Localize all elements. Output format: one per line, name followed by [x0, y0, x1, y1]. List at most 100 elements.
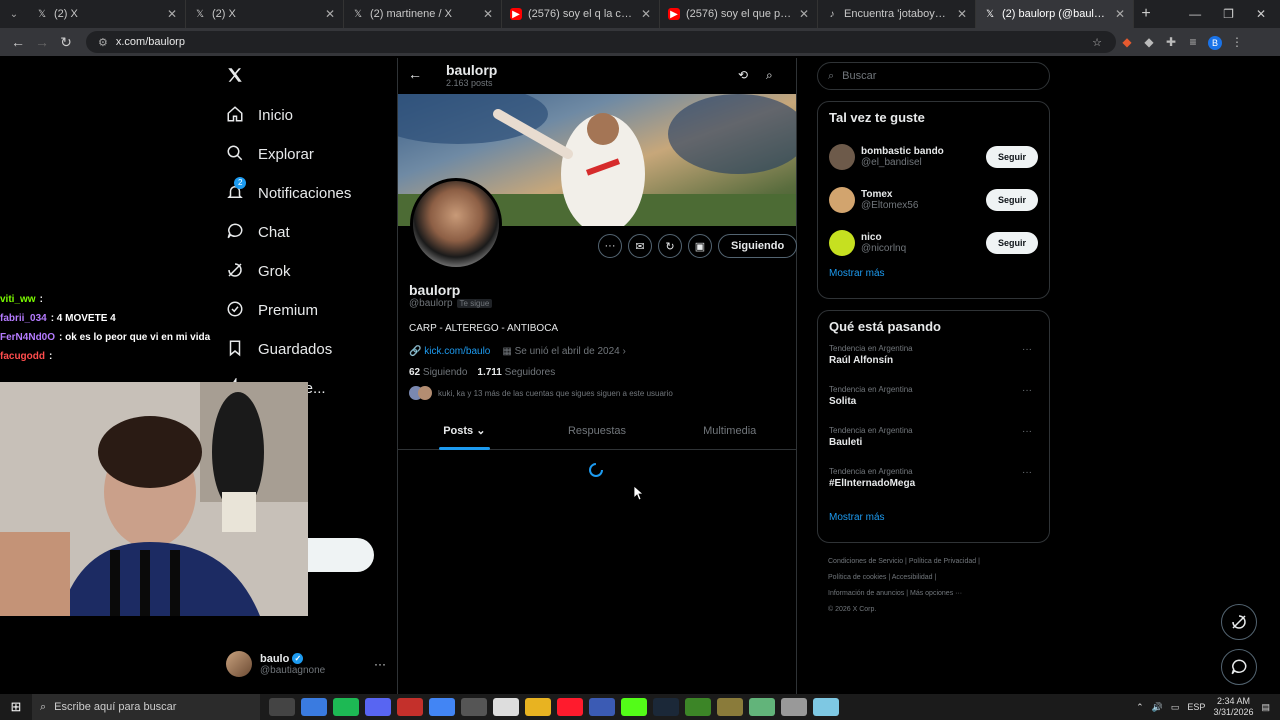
close-tab-icon[interactable]: ✕ — [641, 7, 651, 21]
trend-item[interactable]: Tendencia en Argentina Solita ··· — [829, 385, 1038, 426]
profile-link[interactable]: kick.com/baulo — [424, 346, 490, 357]
browser-tab[interactable]: ▶ (2576) soy el que presiona y m ✕ — [660, 0, 818, 28]
trend-item[interactable]: Tendencia en Argentina Bauleti ··· — [829, 426, 1038, 467]
address-bar[interactable]: ⚙ x.com/baulorp ☆ — [86, 31, 1116, 53]
app-icon[interactable] — [589, 698, 615, 716]
sidebar-item-explorar[interactable]: Explorar — [212, 135, 398, 174]
back-icon[interactable]: ← — [6, 34, 30, 50]
minimize-icon[interactable]: — — [1189, 7, 1201, 21]
app-icon[interactable] — [461, 698, 487, 716]
tab-replies[interactable]: Respuestas — [531, 418, 664, 449]
footer-link[interactable]: Condiciones de Servicio — [828, 558, 903, 565]
following-button[interactable]: Siguiendo — [718, 234, 798, 258]
more-options-icon[interactable]: ··· — [1022, 467, 1032, 478]
follow-button[interactable]: Seguir — [985, 188, 1038, 211]
sidebar-item-premium[interactable]: Premium — [212, 291, 398, 330]
trend-item[interactable]: Tendencia en Argentina #ElInternadoMega ··… — [829, 467, 1038, 508]
sidebar-item-inicio[interactable]: Inicio — [212, 96, 398, 135]
network-icon[interactable]: ▭ — [1171, 702, 1180, 713]
show-more-link[interactable]: Mostrar más — [829, 508, 1038, 527]
grok-icon[interactable] — [1221, 604, 1257, 640]
chrome-icon[interactable] — [429, 698, 455, 716]
close-tab-icon[interactable]: ✕ — [167, 7, 177, 21]
notification-icon[interactable]: ▤ — [1261, 702, 1270, 713]
close-tab-icon[interactable]: ✕ — [325, 7, 335, 21]
copilot-icon[interactable] — [301, 698, 327, 716]
kick-icon[interactable] — [621, 698, 647, 716]
browser-tab[interactable]: 𝕏 (2) X ✕ — [28, 0, 186, 28]
followed-by[interactable]: kuki, ka y 13 más de las cuentas que sig… — [409, 386, 789, 400]
app-icon[interactable] — [397, 698, 423, 716]
browser-tab[interactable]: 𝕏 (2) baulorp (@baulorp) / X ✕ — [976, 0, 1134, 28]
close-tab-icon[interactable]: ✕ — [957, 7, 967, 21]
show-more-link[interactable]: Mostrar más — [829, 264, 1038, 283]
extensions-puzzle-icon[interactable]: ✚ — [1160, 35, 1182, 49]
message-icon[interactable]: ✉ — [628, 234, 652, 258]
site-info-icon[interactable]: ⚙ — [98, 36, 108, 49]
reading-list-icon[interactable]: ≡ — [1182, 35, 1204, 49]
more-options-icon[interactable]: ··· — [1022, 426, 1032, 437]
footer-link[interactable]: Información de anuncios — [828, 590, 904, 597]
close-tab-icon[interactable]: ✕ — [483, 7, 493, 21]
taskbar-search-input[interactable]: ⌕ Escribe aquí para buscar — [32, 694, 260, 720]
sidebar-item-guardados[interactable]: Guardados — [212, 330, 398, 369]
sidebar-item-chat[interactable]: Chat — [212, 213, 398, 252]
clock[interactable]: 2:34 AM 3/31/2026 — [1213, 696, 1253, 718]
follow-button[interactable]: Seguir — [985, 231, 1038, 254]
suggestion-row[interactable]: bombastic bando @el_bandisel Seguir — [829, 135, 1038, 178]
app-icon[interactable] — [781, 698, 807, 716]
browser-tab[interactable]: ▶ (2576) soy el q la cambia de ba ✕ — [502, 0, 660, 28]
app-icon[interactable] — [717, 698, 743, 716]
gift-icon[interactable]: ▣ — [688, 234, 712, 258]
app-icon[interactable] — [493, 698, 519, 716]
new-tab-button[interactable]: + — [1134, 5, 1158, 23]
grok-icon[interactable]: ⟲ — [738, 68, 748, 82]
sidebar-item-notificaciones[interactable]: 2 Notificaciones — [212, 174, 398, 213]
followers-stat[interactable]: 1.711 Seguidores — [477, 367, 555, 378]
browser-tab[interactable]: 𝕏 (2) martinene / X ✕ — [344, 0, 502, 28]
search-icon[interactable]: ⌕ — [766, 68, 773, 83]
browser-tab[interactable]: ♪ Encuentra 'jotaboyzz asi juega ✕ — [818, 0, 976, 28]
tab-posts[interactable]: Posts ⌄ — [398, 418, 531, 450]
x-logo-icon[interactable] — [212, 58, 398, 96]
close-window-icon[interactable]: ✕ — [1256, 7, 1266, 21]
footer-link[interactable]: Política de Privacidad — [909, 558, 976, 565]
bookmark-star-icon[interactable]: ☆ — [1092, 36, 1102, 49]
subscribe-icon[interactable]: ↻ — [658, 234, 682, 258]
sidebar-item-grok[interactable]: Grok — [212, 252, 398, 291]
footer-link[interactable]: Accesibilidad — [892, 574, 933, 581]
following-stat[interactable]: 62 Siguiendo — [409, 367, 467, 378]
close-tab-icon[interactable]: ✕ — [799, 7, 809, 21]
follow-button[interactable]: Seguir — [985, 145, 1038, 168]
speaker-icon[interactable]: 🔊 — [1152, 702, 1163, 713]
chevron-up-icon[interactable]: ⌃ — [1136, 702, 1144, 713]
account-switcher[interactable]: baulo ✓ @bautiagnone ··· — [226, 648, 386, 680]
search-input[interactable]: ⌕ Buscar — [817, 62, 1050, 90]
more-options-icon[interactable]: ··· — [598, 234, 622, 258]
suggestion-row[interactable]: nico @nicorlnq Seguir — [829, 221, 1038, 264]
browser-tab[interactable]: 𝕏 (2) X ✕ — [186, 0, 344, 28]
minecraft-icon[interactable] — [685, 698, 711, 716]
reload-icon[interactable]: ↻ — [54, 34, 78, 51]
more-options-icon[interactable]: ··· — [1022, 344, 1032, 355]
app-icon[interactable] — [749, 698, 775, 716]
more-options-icon[interactable]: ··· — [1022, 385, 1032, 396]
spotify-icon[interactable] — [333, 698, 359, 716]
windows-start-icon[interactable]: ⊞ — [0, 699, 32, 715]
profile-avatar-icon[interactable]: B — [1204, 35, 1226, 50]
back-arrow-icon[interactable]: ← — [408, 66, 422, 82]
app-icon[interactable] — [813, 698, 839, 716]
tab-search-icon[interactable]: ⌄ — [0, 9, 28, 20]
footer-link[interactable]: Más opciones ··· — [910, 590, 962, 597]
extension-icon[interactable]: ◆ — [1116, 35, 1138, 49]
menu-icon[interactable]: ⋮ — [1226, 35, 1248, 49]
profile-avatar[interactable] — [410, 178, 502, 270]
restore-icon[interactable]: ❐ — [1223, 7, 1234, 21]
suggestion-row[interactable]: Tomex @Eltomex56 Seguir — [829, 178, 1038, 221]
file-explorer-icon[interactable] — [525, 698, 551, 716]
discord-icon[interactable] — [365, 698, 391, 716]
extension-icon[interactable]: ◆ — [1138, 35, 1160, 49]
footer-link[interactable]: Política de cookies — [828, 574, 886, 581]
close-tab-icon[interactable]: ✕ — [1115, 7, 1125, 21]
forward-icon[interactable]: → — [30, 34, 54, 50]
